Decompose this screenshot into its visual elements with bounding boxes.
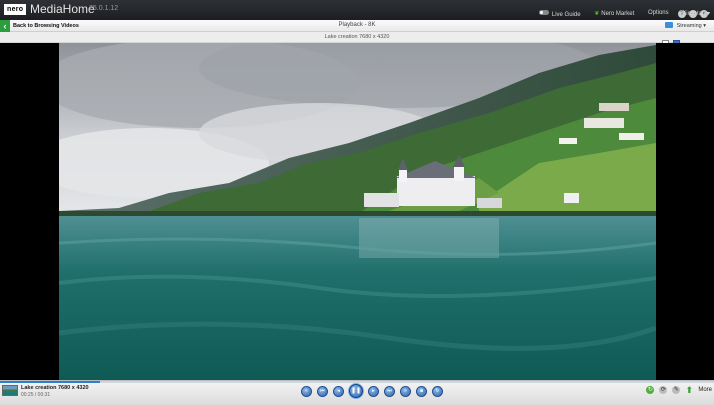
navigation-bar: ‹ Back to Browsing Videos Playback - 8K …	[0, 20, 714, 32]
nero-market-label: Nero Market	[601, 11, 635, 17]
title-bar: nero MediaHome 25.0.1.12 ? – × Live Guide …	[0, 0, 714, 20]
file-title: Lake creation 7680 x 4320	[324, 34, 390, 40]
live-guide-label: Live Guide	[551, 12, 581, 18]
next-button[interactable]: ⏭	[384, 385, 395, 397]
tag-icon[interactable]: ✎	[672, 386, 681, 394]
toggle-icon[interactable]	[538, 10, 549, 15]
leaf-icon: ❦	[594, 11, 600, 17]
lake-scene-image	[59, 43, 656, 380]
seek-bar[interactable]	[0, 381, 714, 383]
now-playing-title: Lake creation 7680 x 4320	[21, 385, 89, 391]
more-button[interactable]: More	[698, 387, 712, 393]
playback-controls: « ⏮ ◂ ❚❚ ▸ ⏭ » ■ ↻	[301, 384, 443, 398]
step-forward-button[interactable]: ▸	[368, 385, 379, 397]
refresh-icon[interactable]: ↻	[646, 386, 655, 394]
playback-bar: Lake creation 7680 x 4320 00:25 / 00:31 …	[0, 380, 714, 405]
fast-forward-button[interactable]: »	[400, 385, 411, 397]
video-frame[interactable]	[59, 43, 656, 380]
video-thumbnail	[2, 385, 18, 396]
step-back-button[interactable]: ◂	[333, 385, 344, 397]
play-pause-button[interactable]: ❚❚	[349, 384, 363, 398]
top-menu: Live Guide ❦ Nero Market Options KinaHan …	[527, 10, 710, 19]
rotate-icon[interactable]: ⟳	[659, 386, 668, 394]
seek-bar-progress	[0, 381, 100, 383]
rewind-button[interactable]: «	[301, 385, 312, 397]
file-header: Lake creation 7680 x 4320	[0, 32, 714, 47]
account-menu[interactable]: KinaHan ▾	[682, 10, 710, 17]
video-area[interactable]	[0, 43, 714, 380]
previous-button[interactable]: ⏮	[317, 385, 328, 397]
app-name: MediaHome	[30, 2, 95, 16]
repeat-button[interactable]: ↻	[432, 385, 443, 397]
stop-button[interactable]: ■	[416, 385, 427, 397]
right-tools: ↻ ⟳ ✎ ⬆ More	[646, 386, 712, 395]
app-version: 25.0.1.12	[89, 5, 119, 12]
playback-time: 00:25 / 00:31	[21, 392, 51, 398]
streaming-icon	[664, 22, 673, 28]
live-guide-button[interactable]: Live Guide	[538, 10, 581, 18]
nero-market-button[interactable]: ❦ Nero Market	[594, 10, 634, 17]
streaming-label: Streaming ▾	[676, 23, 706, 29]
page-title: Playback - 8K	[338, 22, 376, 28]
streaming-menu[interactable]: Streaming ▾	[664, 22, 706, 29]
share-arrow-icon[interactable]: ⬆	[685, 386, 694, 395]
nero-logo: nero	[4, 4, 27, 15]
options-menu[interactable]: Options	[648, 10, 669, 16]
